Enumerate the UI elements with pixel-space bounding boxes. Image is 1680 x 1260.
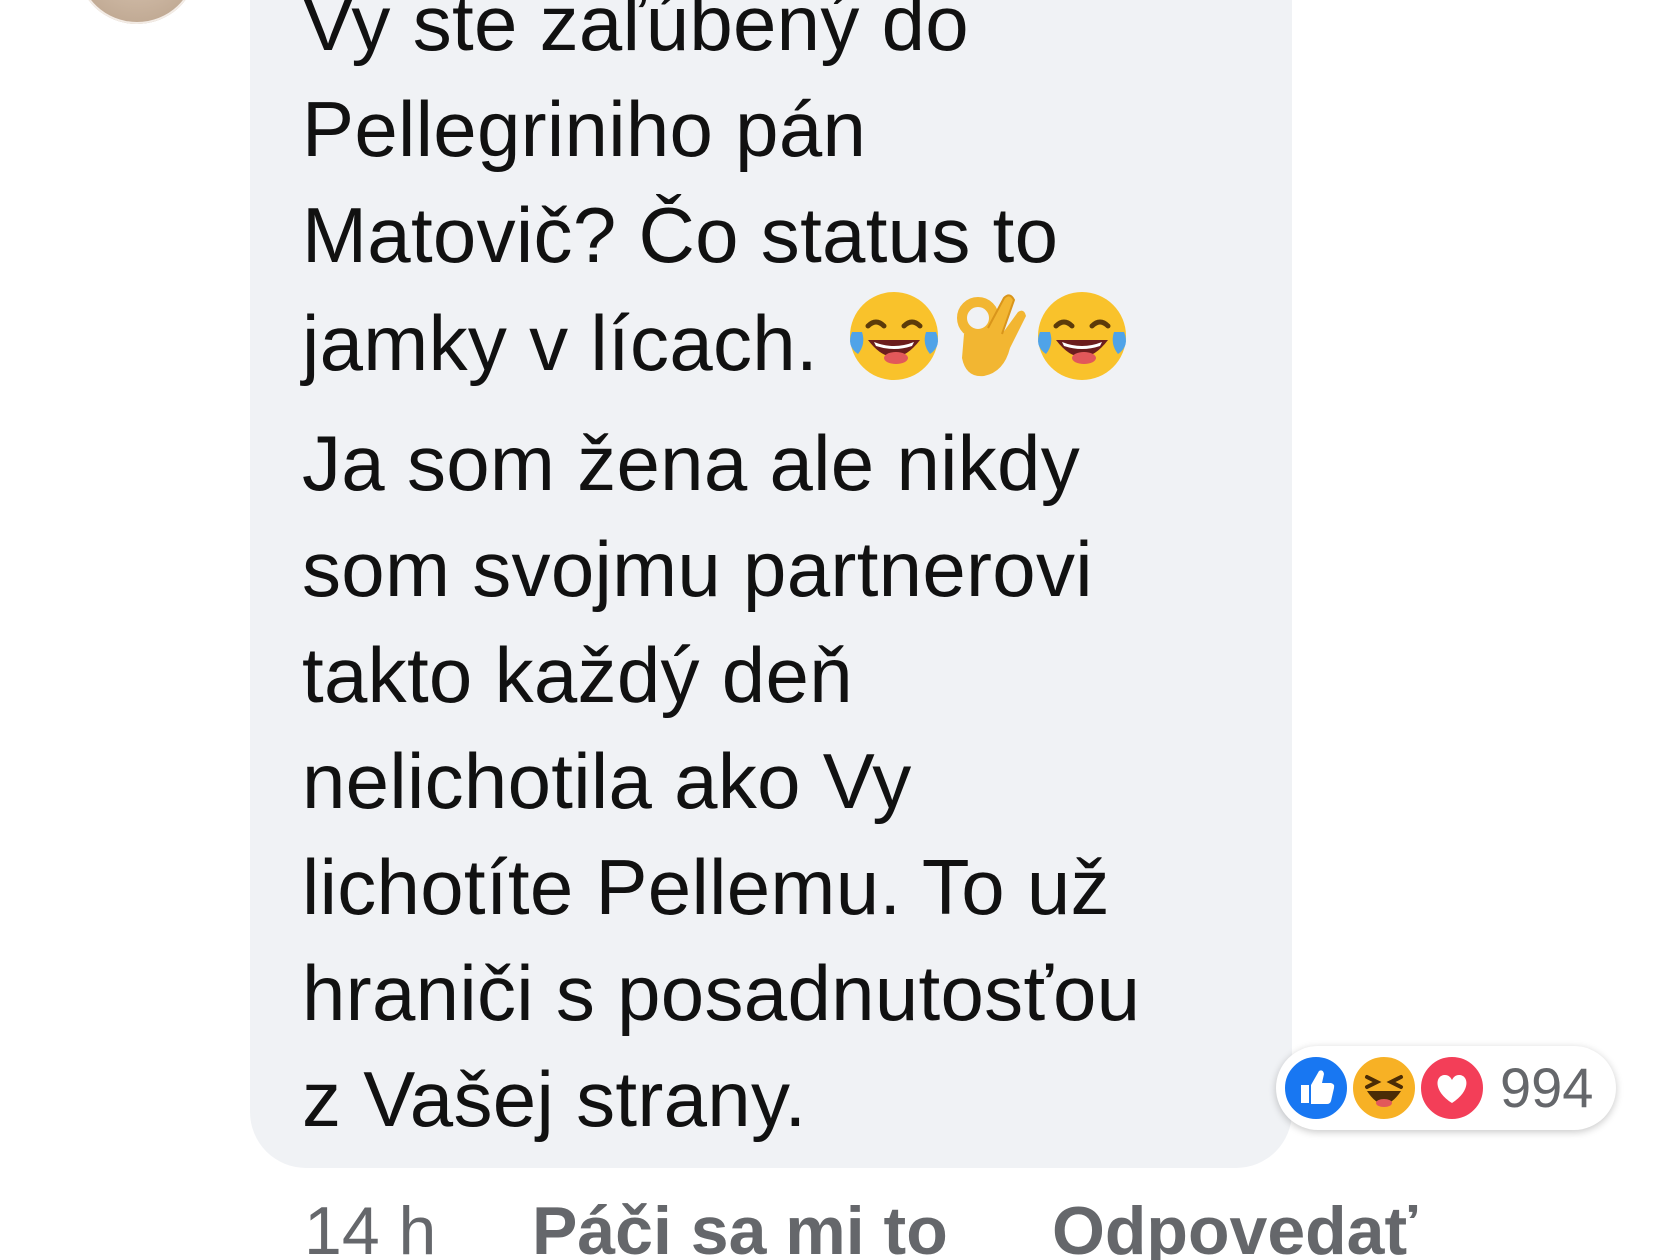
reactions-summary[interactable]: 994: [1276, 1046, 1616, 1130]
haha-icon: [1350, 1054, 1418, 1122]
comment-text: Vy ste zaľúbený do Pellegriniho pán Mato…: [302, 0, 1262, 1152]
comment-line: jamky v lícach.: [302, 299, 818, 387]
comment-line: lichotíte Pellemu. To už: [302, 843, 1110, 931]
tears-of-joy-emoji: [1034, 288, 1130, 410]
like-icon: [1282, 1054, 1350, 1122]
reply-button[interactable]: Odpovedať: [1052, 1186, 1417, 1260]
like-button[interactable]: Páči sa mi to: [532, 1186, 948, 1260]
reaction-count: 994: [1500, 1056, 1594, 1119]
comment-screen: Vy ste zaľúbený do Pellegriniho pán Mato…: [0, 0, 1680, 1260]
comment-line: Vy ste zaľúbený do: [302, 0, 969, 67]
comment-line: Ja som žena ale nikdy: [302, 419, 1081, 507]
comment-timestamp[interactable]: 14 h: [304, 1186, 436, 1260]
comment-line: nelichotila ako Vy: [302, 737, 912, 825]
comment-line: som svojmu partnerovi: [302, 525, 1093, 613]
comment-line: Matovič? Čo status to: [302, 191, 1059, 279]
comment-line: hraniči s posadnutosťou: [302, 949, 1141, 1037]
comment-line: takto každý deň: [302, 631, 853, 719]
ok-hand-emoji: [948, 288, 1028, 410]
tears-of-joy-emoji: [846, 288, 942, 410]
love-icon: [1418, 1054, 1486, 1122]
avatar[interactable]: [78, 0, 196, 24]
comment-line: Pellegriniho pán: [302, 85, 867, 173]
comment-line: z Vašej strany.: [302, 1055, 807, 1143]
